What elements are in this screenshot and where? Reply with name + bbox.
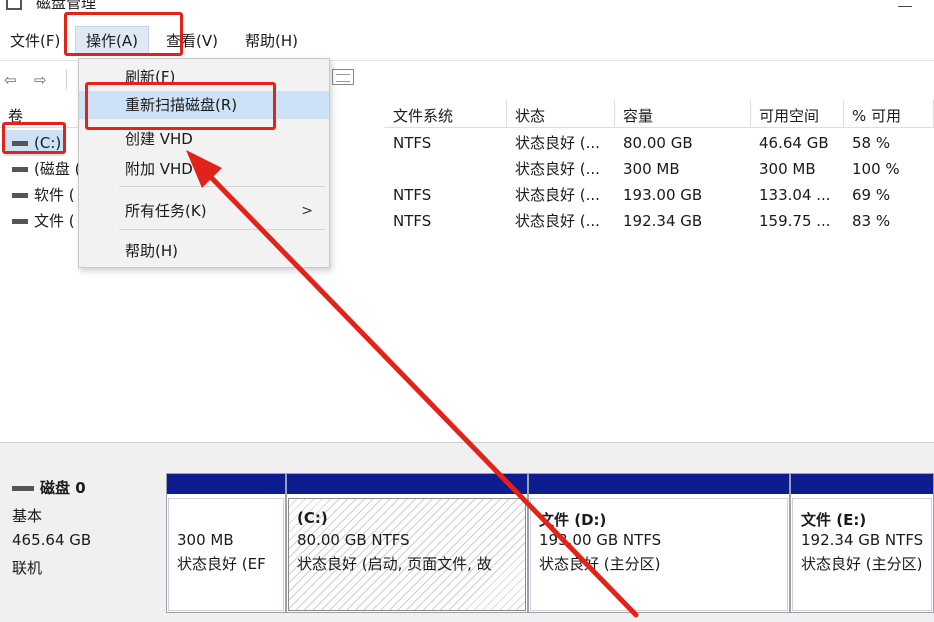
partition-efi[interactable]: 300 MB 状态良好 (EF	[166, 473, 286, 613]
partition-c[interactable]: (C:) 80.00 GB NTFS 状态良好 (启动, 页面文件, 故	[286, 473, 528, 613]
partition-d[interactable]: 文件 (D:) 193.00 GB NTFS 状态良好 (主分区)	[528, 473, 790, 613]
partition-e[interactable]: 文件 (E:) 192.34 GB NTFS 状态良好 (主分区)	[790, 473, 934, 613]
partition-size: 80.00 GB NTFS	[297, 531, 410, 549]
menu-item-all-tasks-label: 所有任务(K)	[125, 202, 207, 220]
menu-item-create-vhd[interactable]: 创建 VHD	[79, 125, 329, 153]
header-status[interactable]: 状态	[507, 100, 615, 128]
partition-status: 状态良好 (EF	[177, 555, 266, 573]
table-cell-percent: 69 %	[852, 186, 891, 204]
partition-size: 300 MB	[177, 531, 234, 549]
forward-arrow-icon[interactable]: ⇨	[34, 71, 47, 89]
menu-item-refresh[interactable]: 刷新(F)	[79, 63, 329, 91]
volume-icon	[12, 141, 28, 146]
table-cell-free: 159.75 ...	[759, 212, 831, 230]
menu-item-all-tasks[interactable]: 所有任务(K) >	[79, 197, 329, 225]
partition-size: 193.00 GB NTFS	[539, 531, 662, 549]
disk-type: 基本	[12, 507, 43, 525]
list-view-icon[interactable]	[332, 69, 354, 85]
menu-file[interactable]: 文件(F)	[10, 30, 60, 51]
disk-status: 联机	[12, 559, 43, 577]
menu-separator	[119, 229, 325, 230]
partition-name: (C:)	[297, 509, 328, 527]
table-cell-free: 300 MB	[759, 160, 816, 178]
volume-icon	[12, 193, 28, 198]
header-free-space[interactable]: 可用空间	[751, 100, 844, 128]
partition-band	[791, 474, 933, 494]
partition-status: 状态良好 (主分区)	[801, 555, 923, 573]
menu-action[interactable]: 操作(A)	[75, 26, 149, 55]
menu-help[interactable]: 帮助(H)	[245, 30, 298, 51]
partition-band	[529, 474, 789, 494]
disk-icon	[12, 486, 34, 491]
table-row-volume-name[interactable]: (磁盘 (	[4, 156, 78, 182]
disk-label: 磁盘 0	[12, 477, 86, 498]
table-cell-status: 状态良好 (...	[515, 134, 600, 152]
table-cell-filesystem: NTFS	[393, 212, 432, 230]
table-cell-percent: 58 %	[852, 134, 891, 152]
table-cell-percent: 83 %	[852, 212, 891, 230]
disk-0-info[interactable]: 磁盘 0 基本 465.64 GB 联机	[6, 463, 162, 613]
disk-size: 465.64 GB	[12, 531, 92, 549]
table-cell-free: 46.64 GB	[759, 134, 829, 152]
partition-status: 状态良好 (启动, 页面文件, 故	[297, 555, 492, 573]
menu-item-rescan-disks[interactable]: 重新扫描磁盘(R)	[79, 91, 329, 119]
menu-item-help[interactable]: 帮助(H)	[79, 237, 329, 265]
title-bar: 磁盘管理	[0, 0, 934, 20]
menu-view[interactable]: 查看(V)	[166, 30, 218, 51]
table-cell-filesystem: NTFS	[393, 186, 432, 204]
table-cell-capacity: 80.00 GB	[623, 134, 693, 152]
table-cell-percent: 100 %	[852, 160, 900, 178]
disk-map-panel: 磁盘 0 基本 465.64 GB 联机 300 MB 状态良好 (EF (C:…	[0, 442, 934, 622]
table-row-volume-name[interactable]: (C:)	[4, 130, 64, 156]
header-filesystem[interactable]: 文件系统	[385, 100, 507, 128]
table-cell-status: 状态良好 (...	[515, 160, 600, 178]
toolbar-divider	[66, 69, 67, 89]
partition-band	[167, 474, 285, 494]
header-percent-free[interactable]: % 可用	[844, 100, 934, 128]
table-cell-status: 状态良好 (...	[515, 186, 600, 204]
table-cell-filesystem	[385, 156, 507, 182]
menu-bar: 文件(F) 操作(A) 查看(V) 帮助(H)	[0, 24, 934, 58]
table-row-volume-name[interactable]: 文件 (	[4, 208, 78, 234]
partition-size: 192.34 GB NTFS	[801, 531, 924, 549]
window-title: 磁盘管理	[36, 0, 97, 12]
volume-icon	[12, 167, 28, 172]
minimize-icon[interactable]	[898, 6, 912, 7]
table-cell-filesystem: NTFS	[393, 134, 432, 152]
partition-status: 状态良好 (主分区)	[539, 555, 661, 573]
partition-name: 文件 (E:)	[801, 511, 867, 529]
menu-item-attach-vhd[interactable]: 附加 VHD	[79, 155, 329, 183]
disk-management-icon	[6, 0, 22, 10]
action-context-menu: 刷新(F) 重新扫描磁盘(R) 创建 VHD 附加 VHD 所有任务(K) > …	[78, 58, 330, 268]
partition-name: 文件 (D:)	[539, 511, 607, 529]
table-row-volume-name[interactable]: 软件 (	[4, 182, 78, 208]
table-cell-capacity: 192.34 GB	[623, 212, 703, 230]
partition-band	[287, 474, 527, 494]
partition-name	[177, 509, 283, 531]
menu-separator	[119, 186, 325, 187]
volume-icon	[12, 219, 28, 224]
header-capacity[interactable]: 容量	[615, 100, 751, 128]
back-arrow-icon[interactable]: ⇦	[4, 71, 17, 89]
chevron-right-icon: >	[301, 203, 313, 219]
table-cell-free: 133.04 ...	[759, 186, 831, 204]
table-cell-status: 状态良好 (...	[515, 212, 600, 230]
table-cell-capacity: 300 MB	[623, 160, 680, 178]
table-cell-capacity: 193.00 GB	[623, 186, 703, 204]
